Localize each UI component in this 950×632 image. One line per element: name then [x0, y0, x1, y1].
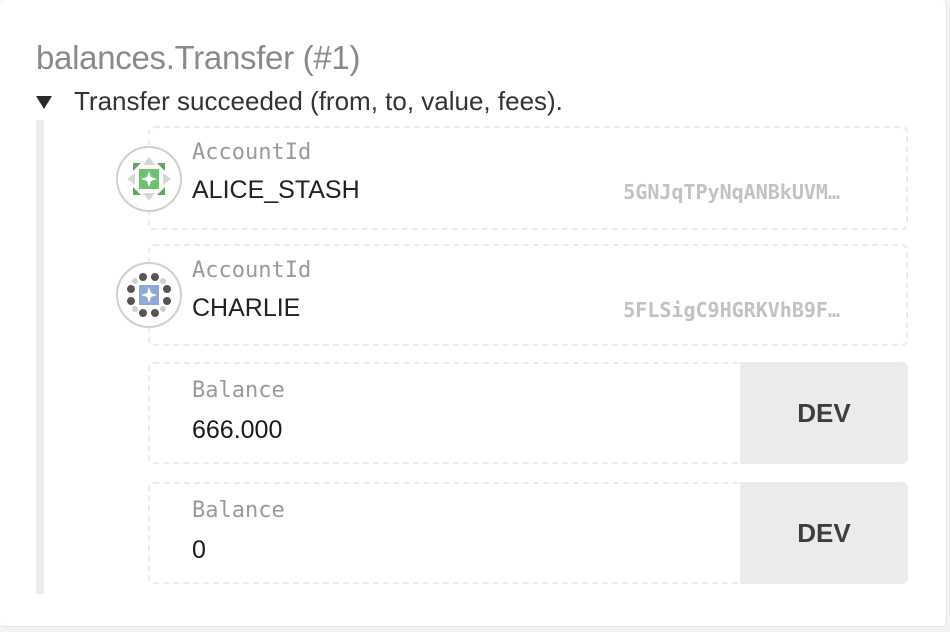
- account-name: ALICE_STASH: [192, 176, 360, 204]
- event-card: balances.Transfer (#1) Transfer succeede…: [0, 0, 947, 627]
- identicon-charlie-svg: [127, 273, 171, 317]
- param-type-label: AccountId: [192, 258, 312, 283]
- param-type-label: Balance: [192, 498, 285, 523]
- caret-down-icon[interactable]: [36, 95, 52, 109]
- identicon-charlie-icon[interactable]: [116, 262, 182, 328]
- param-account-from: AccountId ALICE_STASH 5GNJqTPyNqANBkUVM…: [148, 126, 908, 230]
- param-balance-value: Balance 666.000 DEV: [148, 362, 908, 464]
- event-title: balances.Transfer (#1): [36, 39, 361, 76]
- event-summary-text: Transfer succeeded (from, to, value, fee…: [74, 85, 563, 116]
- unit-label: DEV: [740, 362, 908, 464]
- param-balance-fees: Balance 0 DEV: [148, 482, 908, 584]
- details-indent-bar: [36, 120, 44, 594]
- account-address[interactable]: 5FLSigC9HGRKVhB9F…: [623, 298, 840, 322]
- balance-value: 666.000: [192, 416, 283, 444]
- param-type-label: AccountId: [192, 140, 312, 165]
- event-summary-toggle[interactable]: Transfer succeeded (from, to, value, fee…: [36, 84, 563, 118]
- param-type-label: Balance: [192, 378, 285, 403]
- identicon-alice-svg: [127, 157, 171, 201]
- account-address[interactable]: 5GNJqTPyNqANBkUVM…: [623, 180, 840, 204]
- identicon-alice-icon[interactable]: [116, 146, 182, 212]
- account-name: CHARLIE: [192, 294, 301, 322]
- balance-value: 0: [192, 536, 206, 564]
- param-account-to: AccountId CHARLIE 5FLSigC9HGRKVhB9F…: [148, 244, 908, 346]
- unit-label: DEV: [740, 482, 908, 584]
